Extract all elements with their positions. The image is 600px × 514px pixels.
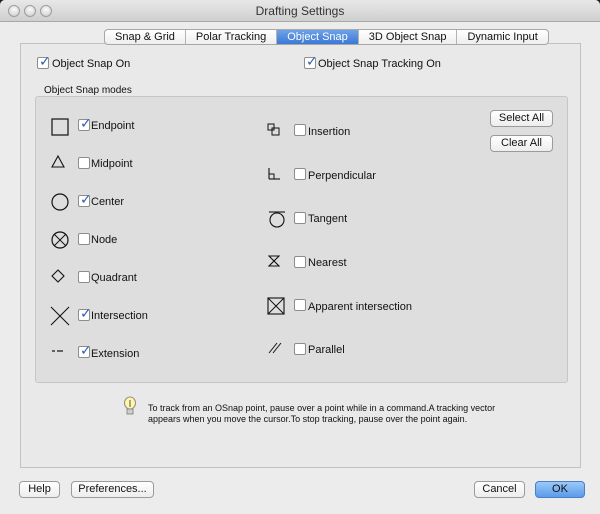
- quadrant-label: Quadrant: [91, 272, 137, 284]
- title-bar: Drafting Settings: [0, 0, 600, 22]
- intersection-checkbox[interactable]: ✓: [78, 305, 92, 321]
- tab-bar: Snap & Grid Polar Tracking Object Snap 3…: [104, 29, 549, 45]
- preferences-button[interactable]: Preferences...: [71, 481, 154, 498]
- extension-icon: [52, 350, 63, 352]
- extension-checkbox[interactable]: ✓: [78, 342, 92, 358]
- nearest-icon: [267, 255, 281, 267]
- tab-snap-grid[interactable]: Snap & Grid: [105, 30, 185, 44]
- intersection-label: Intersection: [91, 310, 148, 322]
- nearest-checkbox[interactable]: ✓: [294, 256, 306, 268]
- perpendicular-checkbox[interactable]: ✓: [294, 168, 306, 180]
- tangent-checkbox[interactable]: ✓: [294, 212, 306, 224]
- perpendicular-label: Perpendicular: [308, 170, 376, 182]
- endpoint-label: Endpoint: [91, 120, 135, 132]
- center-icon: [51, 193, 69, 211]
- node-checkbox[interactable]: ✓: [78, 233, 90, 245]
- tracking-hint-text: To track from an OSnap point, pause over…: [148, 403, 496, 424]
- apparent-intersection-icon: [267, 297, 285, 315]
- quadrant-icon: [51, 269, 65, 283]
- nearest-label: Nearest: [308, 257, 347, 269]
- lightbulb-icon: [124, 396, 136, 415]
- select-all-button[interactable]: Select All: [490, 110, 553, 127]
- extension-label: Extension: [91, 348, 140, 360]
- apparent-intersection-checkbox[interactable]: ✓: [294, 299, 306, 311]
- tab-dynamic-input[interactable]: Dynamic Input: [456, 30, 547, 44]
- midpoint-label: Midpoint: [91, 158, 133, 170]
- center-checkbox[interactable]: ✓: [78, 191, 92, 207]
- tab-object-snap[interactable]: Object Snap: [276, 30, 358, 44]
- quadrant-checkbox[interactable]: ✓: [78, 271, 90, 283]
- drafting-settings-window: Drafting Settings Snap & Grid Polar Trac…: [0, 0, 600, 514]
- window-title: Drafting Settings: [255, 4, 345, 18]
- tangent-icon: [269, 211, 285, 228]
- parallel-label: Parallel: [308, 344, 345, 356]
- parallel-checkbox[interactable]: ✓: [294, 343, 306, 355]
- endpoint-icon: [51, 118, 69, 136]
- intersection-icon: [50, 306, 70, 326]
- node-label: Node: [91, 234, 118, 246]
- insertion-icon: [267, 123, 280, 136]
- object-snap-tracking-on-checkbox[interactable]: ✓: [304, 53, 318, 69]
- object-snap-on-label: Object Snap On: [52, 58, 131, 70]
- object-snap-tracking-on-label: Object Snap Tracking On: [318, 58, 441, 70]
- ok-button[interactable]: OK: [535, 481, 585, 498]
- insertion-checkbox[interactable]: ✓: [294, 124, 306, 136]
- help-button[interactable]: Help: [19, 481, 60, 498]
- midpoint-icon: [51, 154, 65, 168]
- parallel-icon: [268, 342, 282, 354]
- tab-polar-tracking[interactable]: Polar Tracking: [184, 30, 276, 44]
- endpoint-checkbox[interactable]: ✓: [78, 115, 92, 131]
- object-snap-on-checkbox[interactable]: ✓: [37, 53, 51, 69]
- center-label: Center: [91, 196, 125, 208]
- midpoint-checkbox[interactable]: ✓: [78, 157, 90, 169]
- object-snap-modes-title: Object Snap modes: [44, 85, 132, 96]
- clear-all-button[interactable]: Clear All: [490, 135, 553, 152]
- apparent-intersection-label: Apparent intersection: [308, 301, 412, 313]
- perpendicular-icon: [268, 168, 280, 180]
- insertion-label: Insertion: [308, 126, 351, 138]
- tangent-label: Tangent: [308, 213, 348, 225]
- cancel-button[interactable]: Cancel: [474, 481, 525, 498]
- node-icon: [51, 231, 69, 249]
- tab-3d-object-snap[interactable]: 3D Object Snap: [357, 30, 457, 44]
